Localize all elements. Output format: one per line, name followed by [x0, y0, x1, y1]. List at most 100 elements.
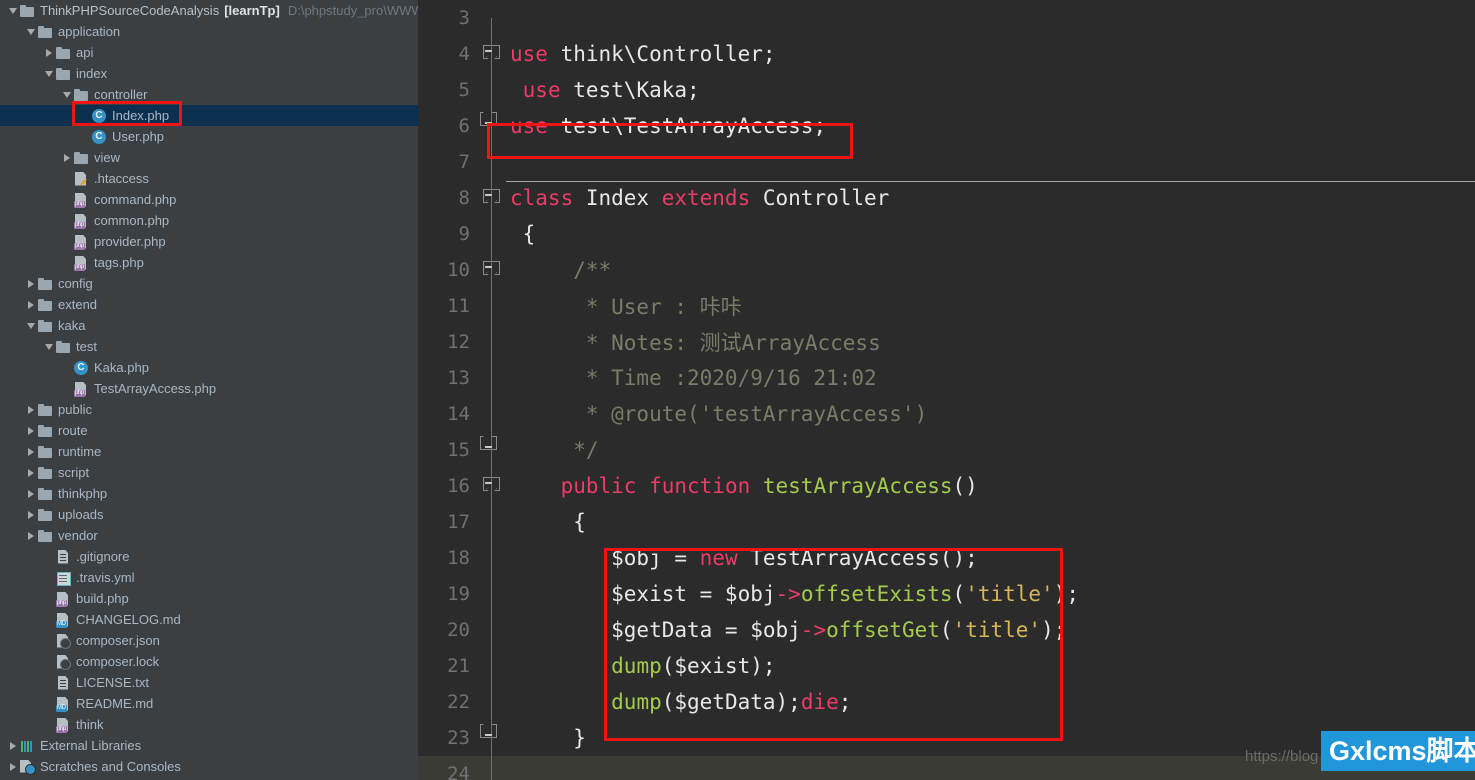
tree-item-composer-json[interactable]: composer.json [0, 630, 418, 651]
tree-item-readme-md[interactable]: README.md [0, 693, 418, 714]
tree-item-composer-lock[interactable]: composer.lock [0, 651, 418, 672]
chevron-right-icon[interactable] [24, 525, 37, 546]
tree-item-index-php[interactable]: Index.php [0, 105, 418, 126]
chevron-down-icon[interactable] [42, 63, 55, 84]
fold-column[interactable] [480, 108, 504, 144]
line-number[interactable]: 3 [418, 7, 480, 29]
tree-item-external-libraries[interactable]: External Libraries [0, 735, 418, 756]
code-line[interactable]: 18 $obj = new TestArrayAccess(); [418, 540, 1475, 576]
code-line[interactable]: 7 [418, 144, 1475, 180]
tree-item-provider-php[interactable]: provider.php [0, 231, 418, 252]
line-number[interactable]: 23 [418, 727, 480, 749]
line-number[interactable]: 19 [418, 583, 480, 605]
code-line[interactable]: 6 use test\TestArrayAccess; [418, 108, 1475, 144]
fold-column[interactable] [480, 252, 504, 288]
tree-item-thinkphp[interactable]: thinkphp [0, 483, 418, 504]
fold-column[interactable] [480, 648, 504, 684]
tree-item-kaka-php[interactable]: Kaka.php [0, 357, 418, 378]
tree-item-changelog-md[interactable]: CHANGELOG.md [0, 609, 418, 630]
line-number[interactable]: 22 [418, 691, 480, 713]
chevron-down-icon[interactable] [60, 84, 73, 105]
code-line[interactable]: 16 public function testArrayAccess() [418, 468, 1475, 504]
code-line[interactable]: 3 [418, 0, 1475, 36]
code-line[interactable]: 19 $exist = $obj->offsetExists('title'); [418, 576, 1475, 612]
fold-column[interactable] [480, 684, 504, 720]
project-tree-list[interactable]: ThinkPHPSourceCodeAnalysis [learnTp] D:\ph… [0, 0, 418, 777]
line-number[interactable]: 16 [418, 475, 480, 497]
tree-item-license-txt[interactable]: LICENSE.txt [0, 672, 418, 693]
tree-item-testarrayaccess-php[interactable]: TestArrayAccess.php [0, 378, 418, 399]
chevron-right-icon[interactable] [60, 147, 73, 168]
code-lines[interactable]: 3 4 use think\Controller; 5 use test\Kaka; 6… [418, 0, 1475, 780]
fold-column[interactable] [480, 576, 504, 612]
code-line[interactable]: 4 use think\Controller; [418, 36, 1475, 72]
fold-column[interactable] [480, 180, 504, 216]
tree-item-script[interactable]: script [0, 462, 418, 483]
tree-item-command-php[interactable]: command.php [0, 189, 418, 210]
tree-item-build-php[interactable]: build.php [0, 588, 418, 609]
chevron-right-icon[interactable] [24, 483, 37, 504]
tree-item-think[interactable]: think [0, 714, 418, 735]
line-number[interactable]: 9 [418, 223, 480, 245]
line-number[interactable]: 17 [418, 511, 480, 533]
code-editor[interactable]: 3 4 use think\Controller; 5 use test\Kaka; 6… [418, 0, 1475, 780]
code-line[interactable]: 12 * Notes: 测试ArrayAccess [418, 324, 1475, 360]
code-line[interactable]: 15 */ [418, 432, 1475, 468]
fold-column[interactable] [480, 396, 504, 432]
code-line[interactable]: 14 * @route('testArrayAccess') [418, 396, 1475, 432]
line-number[interactable]: 7 [418, 151, 480, 173]
tree-item-thinkphpsourcecodeanalysis[interactable]: ThinkPHPSourceCodeAnalysis [learnTp] D:\ph… [0, 0, 418, 21]
fold-column[interactable] [480, 612, 504, 648]
tree-item-uploads[interactable]: uploads [0, 504, 418, 525]
tree-item-config[interactable]: config [0, 273, 418, 294]
fold-column[interactable] [480, 432, 504, 468]
code-line[interactable]: 5 use test\Kaka; [418, 72, 1475, 108]
chevron-right-icon[interactable] [24, 294, 37, 315]
code-line[interactable]: 8 class Index extends Controller [418, 180, 1475, 216]
chevron-right-icon[interactable] [24, 399, 37, 420]
chevron-right-icon[interactable] [6, 756, 19, 777]
line-number[interactable]: 15 [418, 439, 480, 461]
line-number[interactable]: 10 [418, 259, 480, 281]
tree-item-travis-yml[interactable]: .travis.yml [0, 567, 418, 588]
chevron-down-icon[interactable] [6, 0, 19, 21]
line-number[interactable]: 18 [418, 547, 480, 569]
chevron-right-icon[interactable] [24, 441, 37, 462]
chevron-down-icon[interactable] [42, 336, 55, 357]
tree-item-extend[interactable]: extend [0, 294, 418, 315]
tree-item-route[interactable]: route [0, 420, 418, 441]
chevron-down-icon[interactable] [24, 21, 37, 42]
chevron-right-icon[interactable] [24, 420, 37, 441]
code-line[interactable]: 11 * User : 咔咔 [418, 288, 1475, 324]
line-number[interactable]: 12 [418, 331, 480, 353]
chevron-right-icon[interactable] [24, 504, 37, 525]
fold-column[interactable] [480, 0, 504, 36]
line-number[interactable]: 6 [418, 115, 480, 137]
fold-column[interactable] [480, 720, 504, 756]
fold-column[interactable] [480, 144, 504, 180]
line-number[interactable]: 11 [418, 295, 480, 317]
tree-item-htaccess[interactable]: .htaccess [0, 168, 418, 189]
code-line[interactable]: 22 dump($getData);die; [418, 684, 1475, 720]
chevron-down-icon[interactable] [24, 315, 37, 336]
code-line[interactable]: 13 * Time :2020/9/16 21:02 [418, 360, 1475, 396]
tree-item-user-php[interactable]: User.php [0, 126, 418, 147]
tree-item-vendor[interactable]: vendor [0, 525, 418, 546]
project-tree-panel[interactable]: ThinkPHPSourceCodeAnalysis [learnTp] D:\ph… [0, 0, 418, 780]
chevron-right-icon[interactable] [6, 735, 19, 756]
line-number[interactable]: 8 [418, 187, 480, 209]
tree-item-kaka[interactable]: kaka [0, 315, 418, 336]
line-number[interactable]: 13 [418, 367, 480, 389]
chevron-right-icon[interactable] [24, 273, 37, 294]
line-number[interactable]: 4 [418, 43, 480, 65]
fold-column[interactable] [480, 288, 504, 324]
line-number[interactable]: 5 [418, 79, 480, 101]
code-line[interactable]: 17 { [418, 504, 1475, 540]
code-line[interactable]: 21 dump($exist); [418, 648, 1475, 684]
line-number[interactable]: 20 [418, 619, 480, 641]
line-number[interactable]: 21 [418, 655, 480, 677]
line-number[interactable]: 14 [418, 403, 480, 425]
tree-item-tags-php[interactable]: tags.php [0, 252, 418, 273]
tree-item-application[interactable]: application [0, 21, 418, 42]
fold-column[interactable] [480, 216, 504, 252]
